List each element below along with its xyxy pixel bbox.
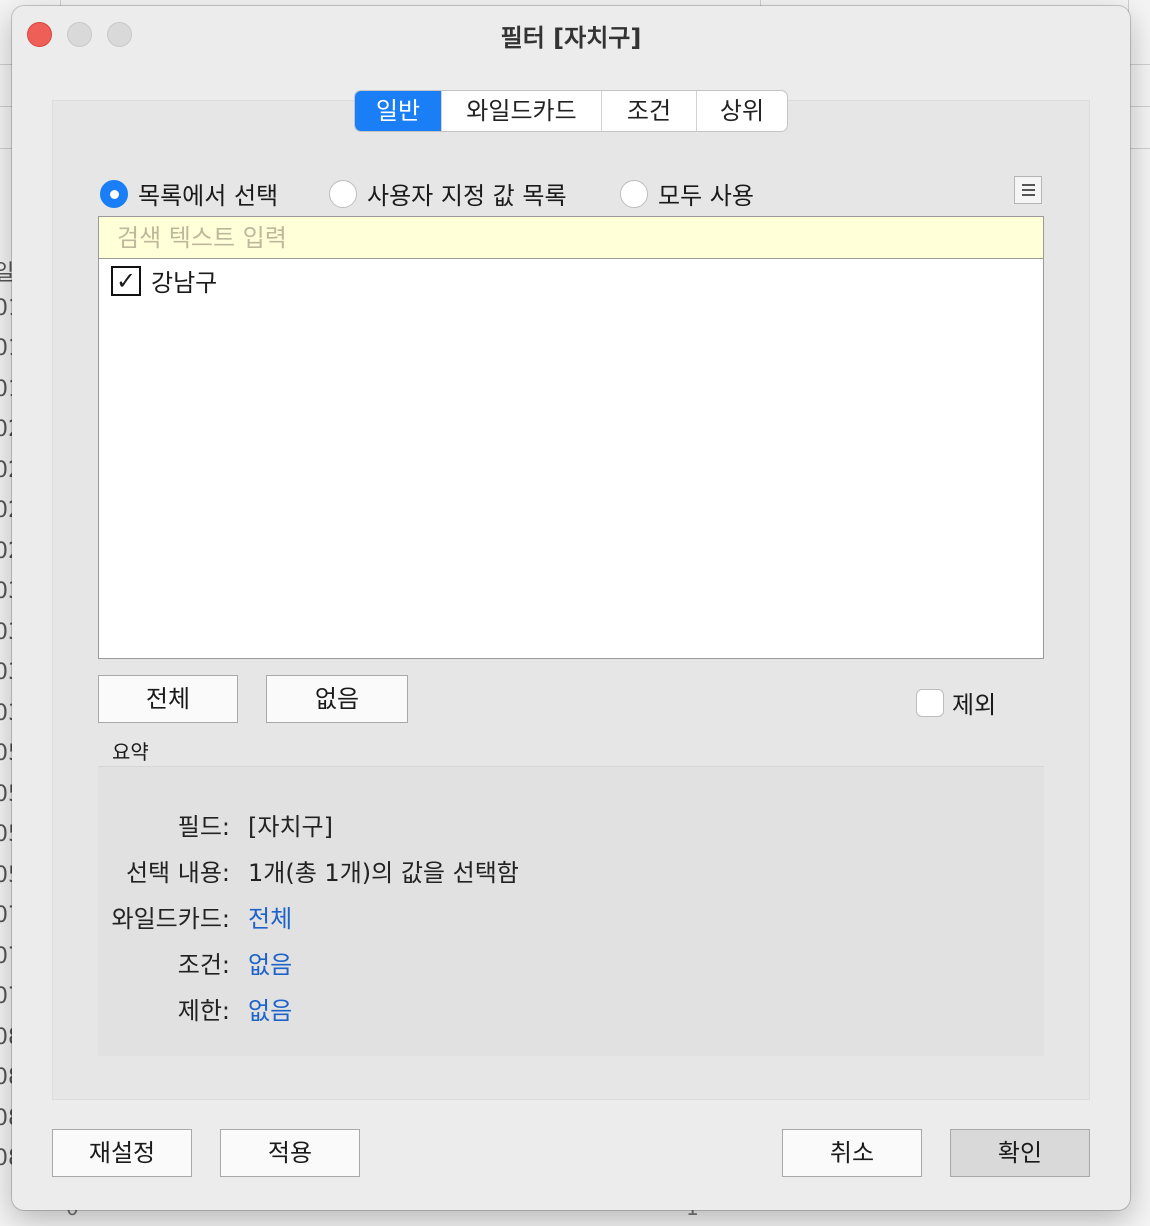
radio-unselected-icon (329, 179, 357, 208)
summary-row-condition: 조건: 없음 (98, 945, 292, 980)
apply-button[interactable]: 적용 (220, 1129, 360, 1177)
reset-button[interactable]: 재설정 (52, 1129, 192, 1177)
summary-key: 조건: (177, 951, 230, 979)
title-bar: 필터 [자치구] (12, 6, 1130, 62)
checkbox-checked-icon[interactable]: ✓ (111, 265, 141, 296)
filter-dialog: 필터 [자치구] 일반 와일드카드 조건 상위 목록에서 선택 사용자 지정 값… (12, 6, 1130, 1210)
tab-general[interactable]: 일반 (355, 91, 442, 131)
summary-key: 제한: (177, 997, 230, 1025)
search-input[interactable] (99, 217, 1043, 259)
exclude-checkbox[interactable]: 제외 (916, 685, 996, 720)
list-item[interactable]: ✓ 강남구 (99, 259, 1043, 302)
tab-bar: 일반 와일드카드 조건 상위 (354, 90, 788, 132)
ok-button[interactable]: 확인 (950, 1129, 1090, 1177)
radio-select-from-list[interactable]: 목록에서 선택 (100, 176, 278, 211)
summary-value: [자치구] (248, 813, 333, 841)
checkbox-unchecked-icon (916, 688, 944, 717)
summary-limit-link[interactable]: 없음 (248, 991, 292, 1026)
radio-unselected-icon (620, 179, 648, 208)
tab-condition[interactable]: 조건 (602, 91, 697, 131)
select-none-button[interactable]: 없음 (266, 675, 408, 723)
summary-row-limit: 제한: 없음 (98, 991, 292, 1026)
value-list: ✓ 강남구 (98, 216, 1044, 659)
radio-label: 모두 사용 (658, 182, 754, 210)
radio-use-all[interactable]: 모두 사용 (620, 176, 754, 211)
summary-key: 선택 내용: (125, 859, 230, 887)
cancel-button[interactable]: 취소 (782, 1129, 922, 1177)
summary-wildcard-link[interactable]: 전체 (248, 899, 292, 934)
list-item-label: 강남구 (151, 269, 218, 297)
summary-row-field: 필드: [자치구] (98, 807, 333, 842)
tab-wildcard[interactable]: 와일드카드 (442, 91, 602, 131)
dialog-title: 필터 [자치구] (500, 24, 642, 52)
summary-value: 1개(총 1개)의 값을 선택함 (248, 859, 519, 887)
summary-key: 와일드카드: (111, 905, 231, 933)
summary-panel: 필드: [자치구] 선택 내용: 1개(총 1개)의 값을 선택함 와일드카드:… (98, 766, 1044, 1056)
exclude-label: 제외 (952, 691, 997, 719)
select-all-button[interactable]: 전체 (98, 675, 238, 723)
radio-label: 목록에서 선택 (138, 182, 279, 210)
summary-row-selection: 선택 내용: 1개(총 1개)의 값을 선택함 (98, 853, 519, 888)
summary-row-wildcard: 와일드카드: 전체 (98, 899, 293, 934)
summary-title: 요약 (112, 740, 149, 764)
radio-label: 사용자 지정 값 목록 (367, 182, 567, 210)
list-options-menu-icon[interactable] (1014, 176, 1042, 204)
tab-top[interactable]: 상위 (697, 91, 787, 131)
radio-selected-icon (100, 179, 128, 208)
radio-custom-value-list[interactable]: 사용자 지정 값 목록 (329, 176, 567, 211)
summary-condition-link[interactable]: 없음 (248, 945, 292, 980)
summary-key: 필드: (177, 813, 230, 841)
